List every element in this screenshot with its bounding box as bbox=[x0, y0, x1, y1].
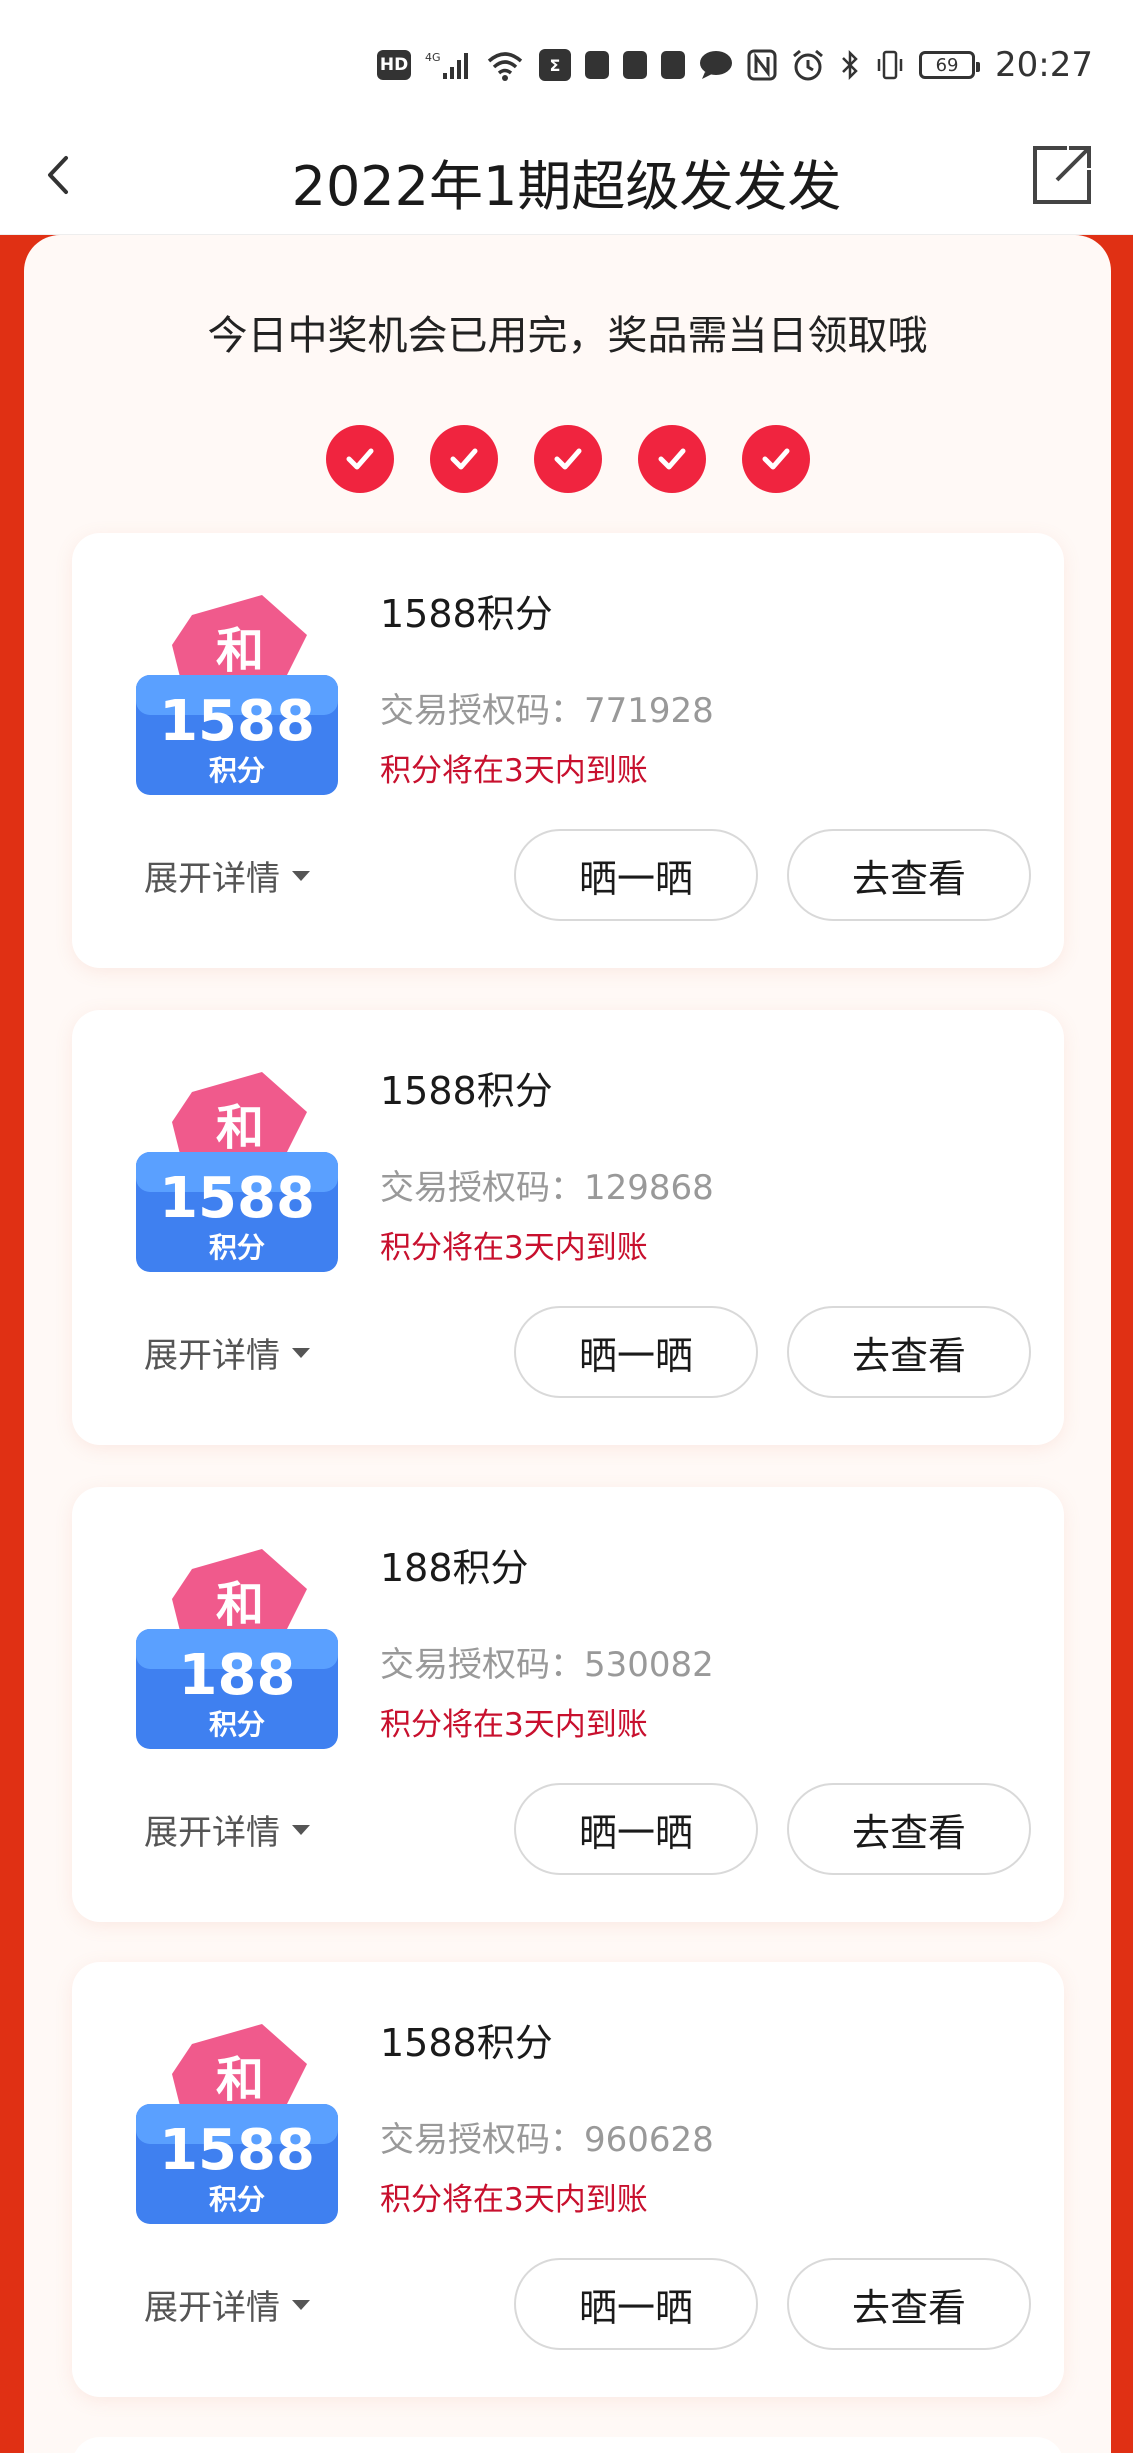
points-badge-icon: 和 1588 积分 bbox=[132, 595, 342, 800]
message-icon bbox=[699, 50, 733, 80]
auth-code: 交易授权码：960628 bbox=[380, 2120, 714, 2160]
nfc-icon bbox=[747, 49, 777, 81]
points-badge-icon: 和 188 积分 bbox=[132, 1549, 342, 1754]
arrival-notice: 积分将在3天内到账 bbox=[380, 2182, 648, 2218]
expand-details[interactable]: 展开详情 bbox=[144, 1805, 310, 1854]
chance-used-notice: 今日中奖机会已用完，奖品需当日领取哦 bbox=[207, 313, 928, 359]
badge-points: 1588 bbox=[159, 689, 315, 754]
svg-text:积分: 积分 bbox=[209, 754, 265, 787]
expand-details[interactable]: 展开详情 bbox=[144, 851, 310, 900]
arrival-notice: 积分将在3天内到账 bbox=[380, 1230, 648, 1266]
caret-down-icon bbox=[292, 870, 310, 881]
share-external-icon[interactable] bbox=[1027, 140, 1097, 210]
expand-details[interactable]: 展开详情 bbox=[144, 1328, 310, 1377]
svg-text:和: 和 bbox=[216, 2052, 264, 2108]
prize-card: 和 1588 积分 1588积分 交易授权码：960628 积分将在3天内到账 … bbox=[72, 1962, 1064, 2397]
hd-icon: HD bbox=[377, 50, 412, 80]
app-notification-icon bbox=[661, 51, 686, 79]
svg-text:积分: 积分 bbox=[209, 1231, 265, 1264]
view-button[interactable]: 去查看 bbox=[787, 829, 1031, 921]
share-button[interactable]: 晒一晒 bbox=[514, 829, 758, 921]
next-prize-card-partial bbox=[72, 2437, 1064, 2453]
caret-down-icon bbox=[292, 1824, 310, 1835]
arrival-notice: 积分将在3天内到账 bbox=[380, 753, 648, 789]
sigma-app-icon: Σ bbox=[539, 49, 572, 81]
points-badge-icon: 和 1588 积分 bbox=[132, 1072, 342, 1277]
chance-progress bbox=[24, 425, 1111, 493]
svg-text:积分: 积分 bbox=[209, 1708, 265, 1741]
prize-title: 1588积分 bbox=[380, 2021, 553, 2065]
app-notification-icon bbox=[585, 51, 610, 79]
prize-title: 188积分 bbox=[380, 1546, 529, 1590]
app-notification-icon bbox=[623, 51, 648, 79]
caret-down-icon bbox=[292, 1347, 310, 1358]
share-button[interactable]: 晒一晒 bbox=[514, 1783, 758, 1875]
status-icons: HD 4G Σ 69 20:27 bbox=[377, 40, 1093, 90]
svg-text:和: 和 bbox=[216, 1577, 264, 1633]
checkmark-icon bbox=[325, 425, 394, 493]
auth-code: 交易授权码：771928 bbox=[380, 691, 714, 731]
svg-text:和: 和 bbox=[216, 623, 264, 679]
caret-down-icon bbox=[292, 2299, 310, 2310]
expand-label: 展开详情 bbox=[144, 2288, 280, 2328]
network-type-label: 4G bbox=[425, 51, 441, 64]
checkmark-icon bbox=[429, 425, 498, 493]
view-button[interactable]: 去查看 bbox=[787, 1306, 1031, 1398]
badge-points: 1588 bbox=[159, 2118, 315, 2183]
alarm-icon bbox=[791, 48, 825, 82]
prize-card: 和 1588 积分 1588积分 交易授权码：771928 积分将在3天内到账 … bbox=[72, 533, 1064, 968]
checkmark-icon bbox=[741, 425, 810, 493]
prize-title: 1588积分 bbox=[380, 1069, 553, 1113]
expand-details[interactable]: 展开详情 bbox=[144, 2280, 310, 2329]
view-button[interactable]: 去查看 bbox=[787, 2258, 1031, 2350]
page-title: 2022年1期超级发发发 bbox=[291, 155, 842, 218]
checkmark-icon bbox=[533, 425, 602, 493]
bluetooth-icon bbox=[839, 49, 861, 81]
checkmark-icon bbox=[637, 425, 706, 493]
points-badge-icon: 和 1588 积分 bbox=[132, 2024, 342, 2229]
navigation-bar: 2022年1期超级发发发 bbox=[0, 120, 1133, 235]
auth-code: 交易授权码：530082 bbox=[380, 1645, 714, 1685]
arrival-notice: 积分将在3天内到账 bbox=[380, 1707, 648, 1743]
status-bar: HD 4G Σ 69 20:27 bbox=[0, 0, 1133, 120]
svg-text:和: 和 bbox=[216, 1100, 264, 1156]
expand-label: 展开详情 bbox=[144, 1336, 280, 1376]
expand-label: 展开详情 bbox=[144, 859, 280, 899]
vibrate-icon bbox=[875, 49, 905, 81]
expand-label: 展开详情 bbox=[144, 1813, 280, 1853]
wifi-icon bbox=[485, 49, 525, 81]
share-button[interactable]: 晒一晒 bbox=[514, 2258, 758, 2350]
prize-card: 和 188 积分 188积分 交易授权码：530082 积分将在3天内到账 展开… bbox=[72, 1487, 1064, 1922]
auth-code: 交易授权码：129868 bbox=[380, 1168, 714, 1208]
battery-icon: 69 bbox=[919, 51, 981, 79]
share-button[interactable]: 晒一晒 bbox=[514, 1306, 758, 1398]
badge-points: 1588 bbox=[159, 1166, 315, 1231]
view-button[interactable]: 去查看 bbox=[787, 1783, 1031, 1875]
prize-title: 1588积分 bbox=[380, 592, 553, 636]
badge-points: 188 bbox=[179, 1643, 296, 1708]
signal-icon: 4G bbox=[425, 49, 471, 81]
prize-card: 和 1588 积分 1588积分 交易授权码：129868 积分将在3天内到账 … bbox=[72, 1010, 1064, 1445]
clock-time: 20:27 bbox=[995, 45, 1093, 85]
svg-text:积分: 积分 bbox=[209, 2183, 265, 2216]
